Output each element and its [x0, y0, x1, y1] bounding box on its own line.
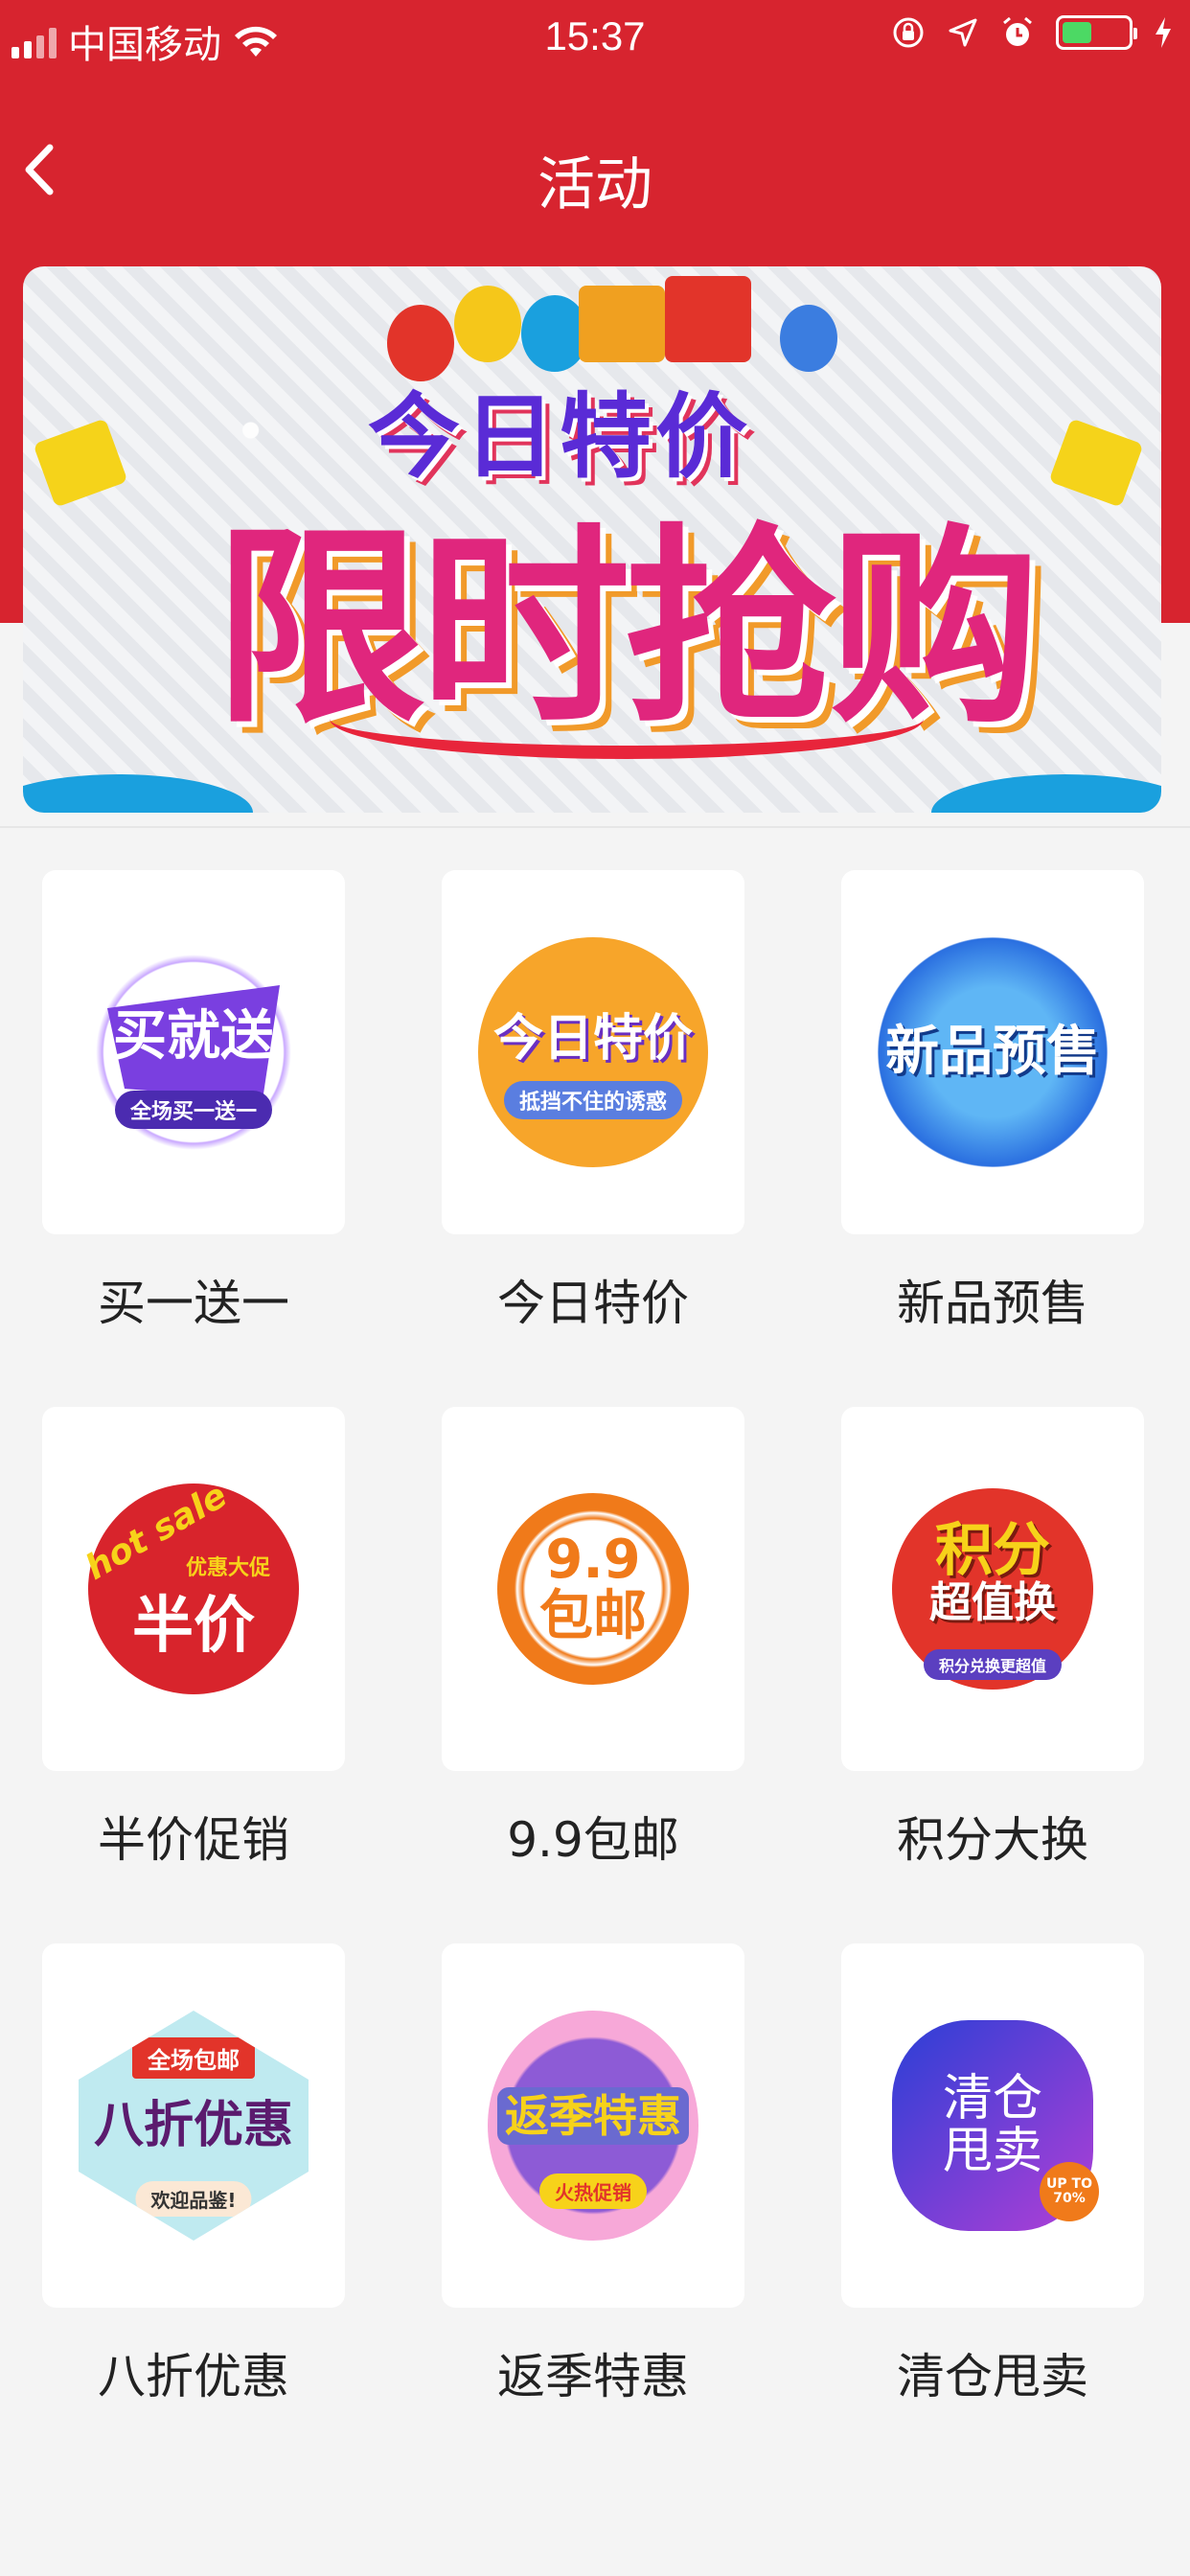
activity-label: 积分大换 — [897, 1812, 1088, 1868]
new-presale-icon: 新品预售 — [878, 937, 1108, 1167]
activity-item-free-shipping[interactable]: 9.9 包邮 9.9包邮 — [442, 1407, 744, 1871]
activity-card[interactable]: 今日特价 抵挡不住的诱惑 — [442, 870, 744, 1234]
activity-card[interactable]: 全场包邮 八折优惠 欢迎品鉴! — [42, 1944, 345, 2308]
ribbon-decoration — [330, 678, 924, 759]
activity-item-daily-special[interactable]: 今日特价 抵挡不住的诱惑 今日特价 — [442, 870, 744, 1334]
gift-box-icon — [579, 286, 665, 362]
activity-item-clearance[interactable]: 清仓 甩卖 UP TO 70% 清仓甩卖 — [841, 1944, 1144, 2407]
daily-special-icon: 今日特价 抵挡不住的诱惑 — [478, 937, 708, 1167]
activity-card[interactable]: 新品预售 — [841, 870, 1144, 1234]
activity-label: 八折优惠 — [98, 2349, 289, 2404]
activity-label: 9.9包邮 — [507, 1812, 679, 1868]
activity-item-off-season[interactable]: 返季特惠 火热促销 返季特惠 — [442, 1944, 744, 2407]
wave-decoration — [931, 774, 1161, 813]
activity-card[interactable]: 清仓 甩卖 UP TO 70% — [841, 1944, 1144, 2308]
activity-label: 清仓甩卖 — [897, 2349, 1088, 2404]
balloon-icon — [454, 286, 521, 362]
off-season-icon: 返季特惠 火热促销 — [488, 2011, 698, 2241]
points-exchange-icon: 积分 超值换 积分兑换更超值 — [892, 1488, 1093, 1690]
status-bar: 中国移动 15:37 — [0, 0, 1190, 77]
activity-card[interactable]: 买就送 全场买一送一 — [42, 870, 345, 1234]
alarm-icon — [1003, 16, 1032, 46]
wave-decoration — [23, 774, 253, 813]
activity-label: 半价促销 — [98, 1812, 289, 1868]
free-shipping-icon: 9.9 包邮 — [497, 1493, 689, 1685]
location-icon — [949, 18, 977, 47]
activity-card[interactable]: hot sale 优惠大促 半价 — [42, 1407, 345, 1771]
orientation-lock-icon — [893, 17, 924, 48]
half-price-icon: hot sale 优惠大促 半价 — [80, 1476, 299, 1694]
navigation-bar: 活动 — [0, 115, 1190, 240]
activity-card[interactable]: 返季特惠 火热促销 — [442, 1944, 744, 2308]
activity-card[interactable]: 积分 超值换 积分兑换更超值 — [841, 1407, 1144, 1771]
balloon-icon — [780, 305, 837, 372]
twenty-off-icon: 全场包邮 八折优惠 欢迎品鉴! — [79, 2011, 309, 2241]
activity-item-buy-one-get-one[interactable]: 买就送 全场买一送一 买一送一 — [42, 870, 345, 1334]
activity-label: 买一送一 — [98, 1276, 289, 1331]
activity-item-points-exchange[interactable]: 积分 超值换 积分兑换更超值 积分大换 — [841, 1407, 1144, 1871]
clearance-icon: 清仓 甩卖 UP TO 70% — [892, 2020, 1099, 2231]
charging-icon — [1156, 17, 1171, 48]
battery-icon — [1056, 15, 1137, 50]
activity-label: 新品预售 — [897, 1276, 1088, 1331]
gift-box-icon — [665, 276, 751, 362]
page-title: 活动 — [538, 151, 652, 218]
activity-item-new-presale[interactable]: 新品预售 新品预售 — [841, 870, 1144, 1334]
activity-item-half-price[interactable]: hot sale 优惠大促 半价 半价促销 — [42, 1407, 345, 1871]
activity-label: 返季特惠 — [497, 2349, 689, 2404]
activity-card[interactable]: 9.9 包邮 — [442, 1407, 744, 1771]
section-divider — [0, 826, 1190, 828]
buy-one-get-one-icon: 买就送 全场买一送一 — [79, 937, 309, 1167]
activity-item-twenty-off[interactable]: 全场包邮 八折优惠 欢迎品鉴! 八折优惠 — [42, 1944, 345, 2407]
gift-box-icon — [33, 418, 128, 508]
gift-box-icon — [1048, 418, 1144, 508]
promo-banner[interactable]: 今日特价 限时抢购 — [23, 266, 1161, 813]
activity-label: 今日特价 — [497, 1276, 689, 1331]
